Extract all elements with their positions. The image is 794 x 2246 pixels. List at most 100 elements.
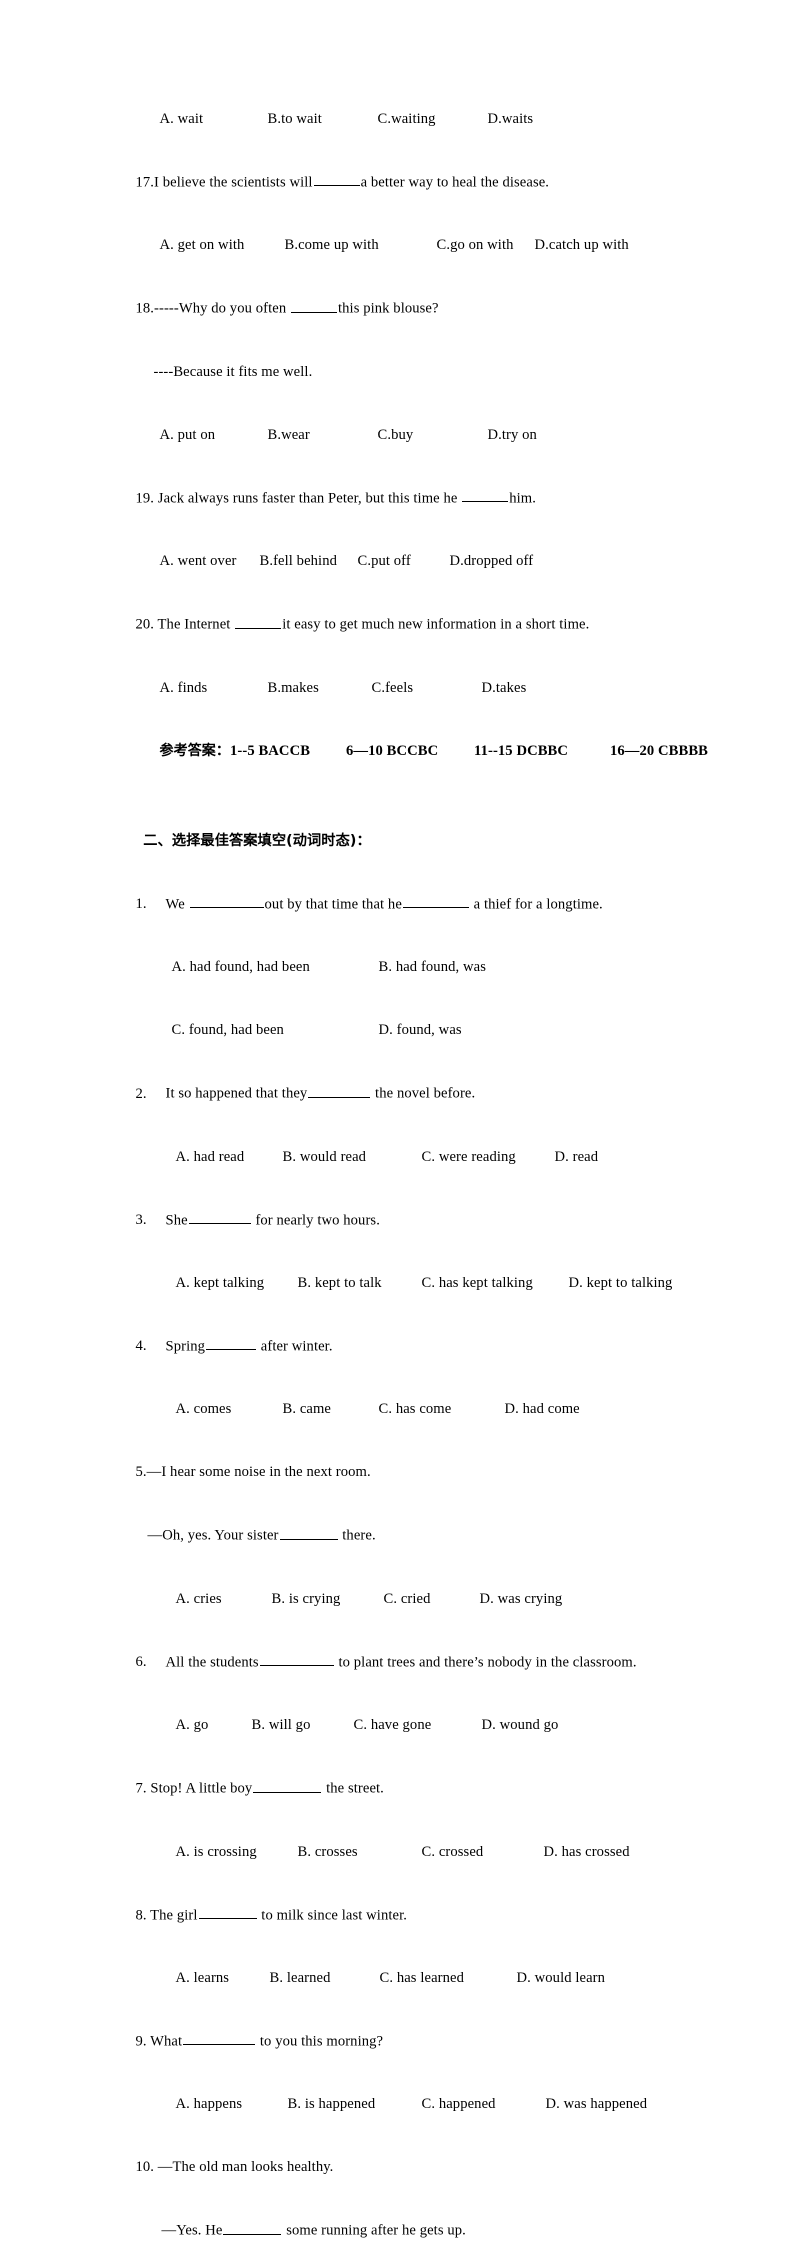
answer-blank bbox=[183, 2031, 256, 2046]
s2-q8-part-2: to milk since last winter. bbox=[257, 1907, 407, 1924]
s2-q4-option-a: A. comes bbox=[175, 1401, 232, 1418]
q19-option-b: B.fell behind bbox=[259, 553, 337, 570]
question-19-options: A. went over B.fell behind C.put off D.drop… bbox=[113, 530, 693, 593]
q20-option-a: A. finds bbox=[159, 679, 208, 696]
answer-blank bbox=[462, 488, 509, 503]
answer-blank bbox=[313, 172, 360, 187]
question-17-options: A. get on with B.come up with C.go on with… bbox=[113, 214, 693, 277]
s2-q6-option-b: B. will go bbox=[251, 1717, 311, 1734]
answer-blank bbox=[188, 1210, 251, 1224]
answer-blank bbox=[253, 1778, 322, 1793]
s2-q6-part-1: All the students bbox=[165, 1654, 259, 1671]
s2-q3-part-2: for nearly two hours. bbox=[251, 1211, 380, 1228]
s2-question-9-stem: 9. What to you this morning? bbox=[113, 2010, 693, 2073]
s2-q1-part-3: a thief for a longtime. bbox=[469, 896, 603, 913]
q16-option-a: A. wait bbox=[159, 111, 204, 127]
s2-q2-option-b: B. would read bbox=[282, 1148, 367, 1165]
answer-key-line: 参考答案：1--5 BACCB 6—10 BCCBC 11--15 DCBBC 16—… bbox=[113, 720, 708, 783]
answer-blank bbox=[402, 894, 469, 909]
s2-question-8-stem: 8. The girl to milk since last winter. bbox=[113, 1884, 693, 1947]
s2-question-4-stem: 4. Spring after winter. bbox=[113, 1315, 693, 1378]
s2-q1-option-c: C. found, had been bbox=[171, 1022, 284, 1039]
question-17-stem: 17.I believe the scientists will a better… bbox=[113, 151, 693, 214]
document-page: A. wait B.to wait C.waiting D.waits 17.I be… bbox=[0, 0, 794, 2239]
s2-q7-option-c: C. crossed bbox=[421, 1843, 484, 1860]
q17-option-d: D.catch up with bbox=[534, 237, 629, 254]
s2-q5-dialog-1: 5.—I hear some noise in the next room. bbox=[135, 1464, 371, 1481]
s2-question-8-options: A. learns B. learned C. has learned D. woul… bbox=[113, 1947, 693, 2010]
answer-key-group-3: 11--15 DCBBC bbox=[474, 742, 569, 759]
answer-blank bbox=[206, 1336, 257, 1351]
s2-q2-part-2: the novel before. bbox=[371, 1085, 476, 1102]
s2-q6-option-c: C. have gone bbox=[353, 1717, 432, 1734]
s2-q1-option-d: D. found, was bbox=[378, 1022, 462, 1039]
s2-question-2-stem: 2. It so happened that they the novel bef… bbox=[113, 1062, 693, 1125]
q18-option-d: D.try on bbox=[487, 426, 537, 443]
q16-option-b: B.to wait bbox=[267, 111, 322, 127]
s2-question-10-line-1: 10. —The old man looks healthy. bbox=[113, 2136, 693, 2199]
s2-q6-part-2: to plant trees and there’s nobody in the… bbox=[334, 1654, 637, 1671]
s2-q3-part-1: She bbox=[165, 1211, 188, 1228]
s2-q7-part-1: 7. Stop! A little boy bbox=[135, 1780, 253, 1797]
s2-q10-dialog-1: 10. —The old man looks healthy. bbox=[135, 2159, 334, 2176]
q16-option-c: C.waiting bbox=[377, 111, 436, 127]
q19-option-c: C.put off bbox=[357, 553, 411, 570]
s2-q5-dialog-3: there. bbox=[338, 1527, 376, 1544]
section-two-heading-text: 二、选择最佳答案填空(动词时态)： bbox=[143, 832, 371, 849]
s2-q5-option-d: D. was crying bbox=[479, 1590, 563, 1607]
s2-q8-option-a: A. learns bbox=[175, 1970, 230, 1987]
s2-q6-option-a: A. go bbox=[175, 1717, 209, 1734]
q19-option-a: A. went over bbox=[159, 553, 237, 570]
question-16-options: A. wait B.to wait C.waiting D.waits bbox=[113, 88, 693, 151]
q20-stem-post: it easy to get much new information in a… bbox=[282, 616, 590, 633]
s2-q4-option-c: C. has come bbox=[378, 1401, 452, 1418]
s2-q6-number: 6. bbox=[135, 1654, 147, 1671]
answer-key-label: 参考答案： bbox=[159, 742, 230, 759]
answer-blank bbox=[308, 1083, 371, 1098]
s2-q9-part-2: to you this morning? bbox=[256, 2033, 384, 2050]
s2-q8-part-1: 8. The girl bbox=[135, 1907, 198, 1924]
s2-q5-option-c: C. cried bbox=[383, 1590, 431, 1607]
s2-q7-option-d: D. has crossed bbox=[543, 1843, 630, 1860]
s2-q3-option-d: D. kept to talking bbox=[568, 1274, 673, 1291]
s2-q8-option-d: D. would learn bbox=[516, 1970, 606, 1987]
q17-stem-pre: 17.I believe the scientists will bbox=[135, 174, 313, 191]
s2-q10-dialog-3: some running after he gets up. bbox=[282, 2222, 466, 2239]
s2-question-7-stem: 7. Stop! A little boy the street. bbox=[113, 1757, 693, 1820]
s2-q7-part-2: the street. bbox=[322, 1780, 384, 1797]
s2-q9-part-1: 9. What bbox=[135, 2033, 183, 2050]
s2-q1-option-b: B. had found, was bbox=[378, 959, 486, 976]
answer-blank bbox=[279, 1525, 338, 1540]
q18-stem-pre: 18.-----Why do you often bbox=[135, 300, 290, 317]
answer-blank bbox=[235, 614, 282, 629]
s2-question-3-options: A. kept talking B. kept to talk C. has kep… bbox=[113, 1252, 693, 1315]
s2-q2-option-a: A. had read bbox=[175, 1148, 245, 1165]
q18-option-a: A. put on bbox=[159, 426, 216, 443]
s2-q7-option-b: B. crosses bbox=[297, 1843, 358, 1860]
s2-q5-option-a: A. cries bbox=[175, 1590, 222, 1607]
s2-q9-option-c: C. happened bbox=[421, 2096, 496, 2113]
answer-blank bbox=[189, 894, 264, 909]
document-body: A. wait B.to wait C.waiting D.waits 17.I be… bbox=[113, 88, 708, 2246]
answer-blank bbox=[223, 2220, 282, 2235]
s2-question-7-options: A. is crossing B. crosses C. crossed D. has… bbox=[113, 1821, 693, 1884]
s2-q4-option-b: B. came bbox=[282, 1401, 332, 1418]
s2-question-5-line-1: 5.—I hear some noise in the next room. bbox=[113, 1441, 693, 1504]
question-20-options: A. finds B.makes C.feels D.takes bbox=[113, 657, 693, 720]
s2-q1-number: 1. bbox=[135, 896, 147, 913]
q20-option-d: D.takes bbox=[481, 679, 527, 696]
s2-question-1-options-row1: A. had found, had been B. had found, was bbox=[113, 936, 693, 999]
s2-q3-number: 3. bbox=[135, 1211, 147, 1228]
s2-q3-option-a: A. kept talking bbox=[175, 1274, 265, 1291]
q18-option-c: C.buy bbox=[377, 426, 414, 443]
s2-q10-dialog-2: —Yes. He bbox=[161, 2222, 223, 2239]
q19-stem-pre: 19. Jack always runs faster than Peter, … bbox=[135, 490, 462, 507]
s2-q2-option-d: D. read bbox=[554, 1148, 599, 1165]
s2-question-5-line-2: —Oh, yes. Your sister there. bbox=[113, 1504, 693, 1567]
question-18-options: A. put on B.wear C.buy D.try on bbox=[113, 404, 693, 467]
s2-q4-part-2: after winter. bbox=[257, 1338, 333, 1355]
s2-q6-option-d: D. wound go bbox=[481, 1717, 559, 1734]
question-18-stem: 18.-----Why do you often this pink blous… bbox=[113, 277, 693, 340]
answer-key-group-2: 6—10 BCCBC bbox=[346, 742, 439, 759]
question-20-stem: 20. The Internet it easy to get much new… bbox=[113, 593, 693, 656]
